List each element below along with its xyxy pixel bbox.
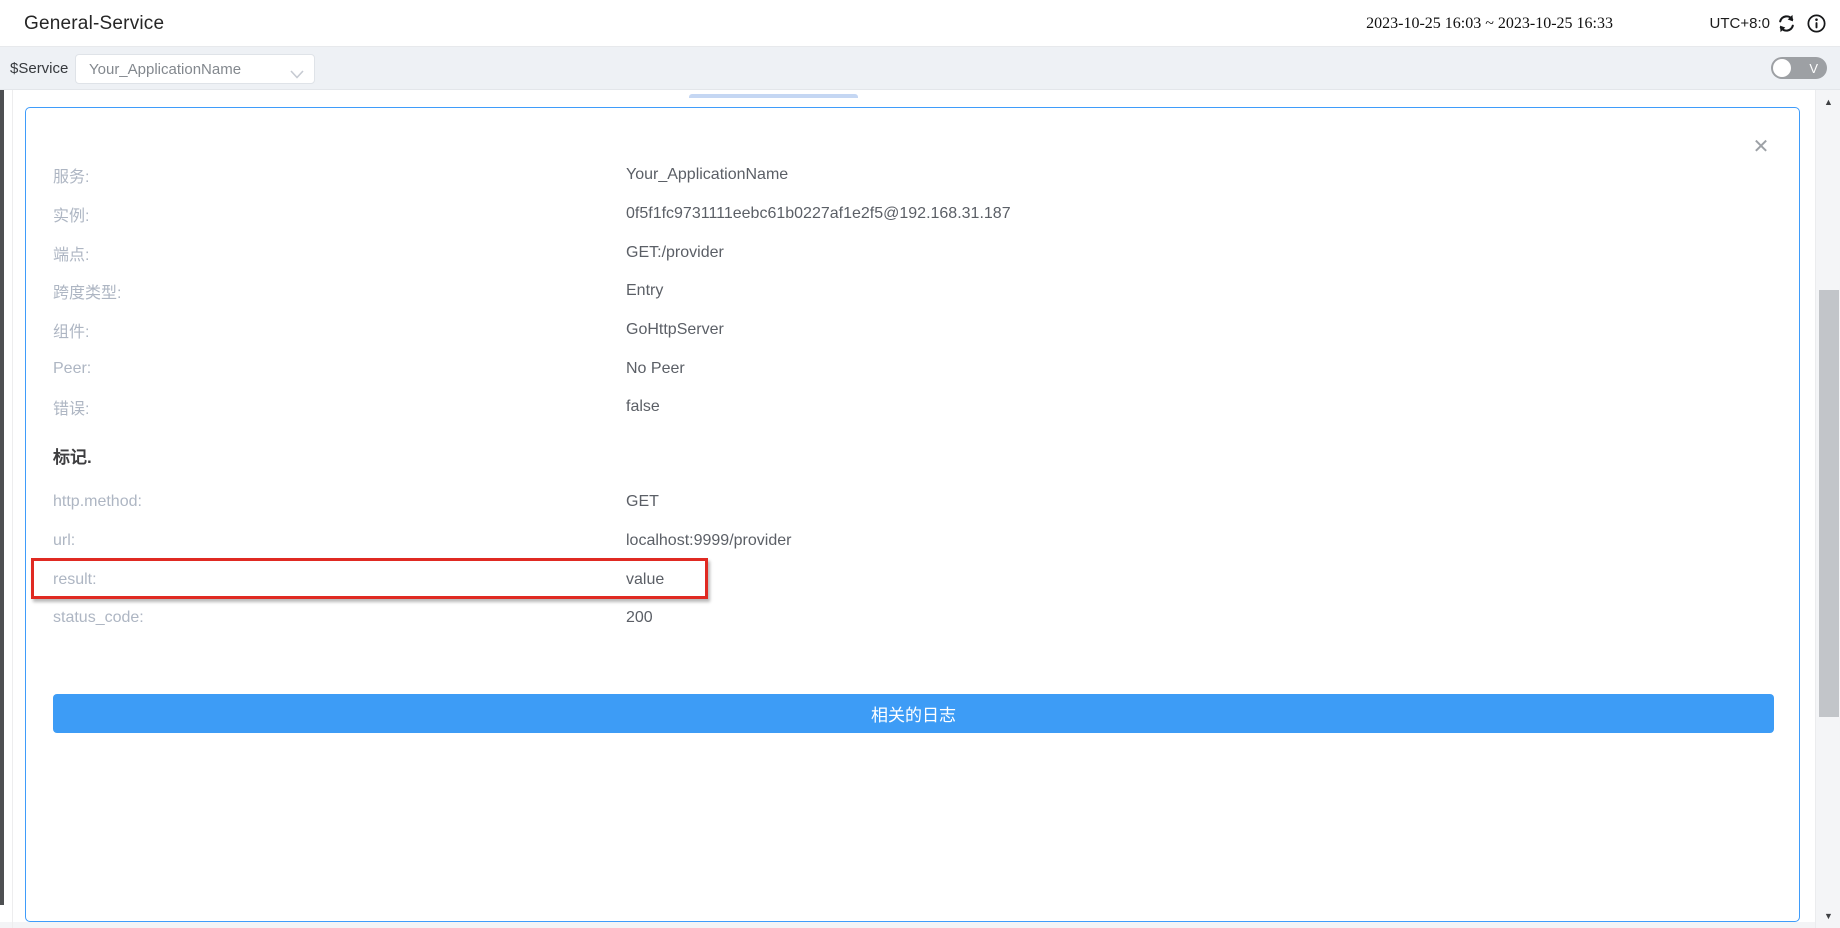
toggle-knob-icon (1773, 59, 1791, 77)
tag-row-status-code: status_code: 200 (53, 599, 1772, 638)
page-title: General-Service (24, 0, 164, 47)
field-label: 服务: (53, 163, 626, 187)
page: General-Service 2023-10-25 16:03 ~ 2023-… (0, 0, 1840, 928)
field-label: 端点: (53, 241, 626, 265)
tag-label: url: (53, 532, 626, 550)
field-label: 实例: (53, 202, 626, 226)
tag-value: GET (626, 493, 659, 511)
tag-value: 200 (626, 609, 653, 627)
field-value: Entry (626, 282, 663, 300)
field-label: 组件: (53, 318, 626, 342)
field-row-error: 错误: false (53, 388, 1772, 427)
field-label: 错误: (53, 395, 626, 419)
field-row-span-type: 跨度类型: Entry (53, 272, 1772, 311)
service-label: $Service (10, 47, 68, 90)
refresh-icon[interactable] (1776, 13, 1797, 34)
tag-label: http.method: (53, 493, 626, 511)
field-row-component: 组件: GoHttpServer (53, 311, 1772, 350)
chevron-down-icon (290, 66, 304, 83)
panel-divider-line (12, 90, 13, 928)
page-bottom-edge (0, 922, 1840, 928)
tag-row-result: result: value (53, 560, 1772, 599)
tag-label: result: (53, 571, 626, 589)
content-area: ✕ 服务: Your_ApplicationName 实例: 0f5f1fc97… (0, 90, 1840, 928)
scroll-up-icon[interactable]: ▲ (1816, 94, 1840, 110)
field-row-service: 服务: Your_ApplicationName (53, 156, 1772, 195)
scroll-down-icon[interactable]: ▼ (1816, 908, 1840, 924)
scrollbar-thumb[interactable] (1819, 290, 1839, 717)
field-label: Peer: (53, 360, 626, 378)
left-edge-strip (0, 90, 4, 905)
field-value: Your_ApplicationName (626, 166, 788, 184)
tag-value: value (626, 571, 664, 589)
tag-row-url: url: localhost:9999/provider (53, 522, 1772, 561)
app-header: General-Service 2023-10-25 16:03 ~ 2023-… (0, 0, 1840, 47)
field-row-instance: 实例: 0f5f1fc9731111eebc61b0227af1e2f5@192… (53, 195, 1772, 234)
tag-value: localhost:9999/provider (626, 532, 791, 550)
field-value: false (626, 398, 660, 416)
span-detail-rows: 服务: Your_ApplicationName 实例: 0f5f1fc9731… (53, 156, 1772, 638)
toggle-label: V (1809, 57, 1818, 79)
service-select-dropdown[interactable]: Your_ApplicationName (75, 54, 315, 84)
time-range-picker[interactable]: 2023-10-25 16:03 ~ 2023-10-25 16:33 (1366, 0, 1613, 47)
service-select-value: Your_ApplicationName (89, 61, 241, 78)
field-value: No Peer (626, 360, 685, 378)
field-value: 0f5f1fc9731111eebc61b0227af1e2f5@192.168… (626, 205, 1011, 223)
tags-section-title: 标记. (53, 441, 1772, 471)
tag-row-http-method: http.method: GET (53, 483, 1772, 522)
version-toggle[interactable]: V (1771, 57, 1827, 79)
info-icon[interactable] (1806, 13, 1827, 34)
service-toolbar: $Service Your_ApplicationName V (0, 47, 1840, 90)
background-element-edge (689, 94, 858, 98)
close-icon[interactable]: ✕ (1749, 134, 1773, 158)
related-logs-button[interactable]: 相关的日志 (53, 694, 1774, 733)
vertical-scrollbar[interactable]: ▲ ▼ (1815, 90, 1840, 928)
timezone-label: UTC+8:0 (1710, 0, 1770, 47)
field-value: GoHttpServer (626, 321, 724, 339)
tag-label: status_code: (53, 609, 626, 627)
field-label: 跨度类型: (53, 279, 626, 303)
field-row-peer: Peer: No Peer (53, 349, 1772, 388)
span-detail-modal: ✕ 服务: Your_ApplicationName 实例: 0f5f1fc97… (25, 107, 1800, 922)
field-value: GET:/provider (626, 244, 724, 262)
field-row-endpoint: 端点: GET:/provider (53, 233, 1772, 272)
